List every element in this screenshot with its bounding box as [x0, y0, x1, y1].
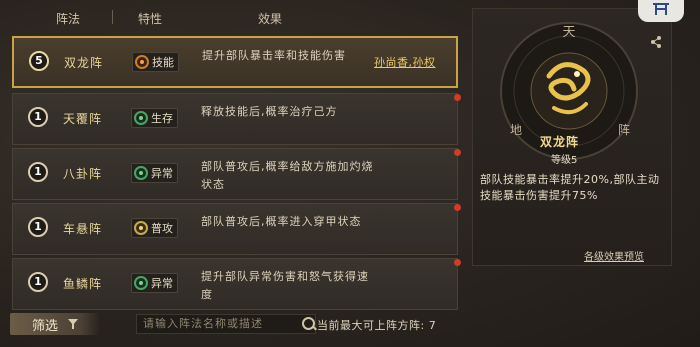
trait-tag: 技能 [132, 52, 179, 72]
detail-formation-name: 双龙阵 [540, 135, 580, 149]
skill-trait-icon [135, 55, 149, 69]
notification-dot [454, 149, 461, 156]
trait-label: 异常 [151, 277, 173, 290]
share-icon[interactable] [650, 36, 662, 48]
funnel-icon [68, 319, 78, 329]
level-badge: 1 [28, 162, 48, 182]
formation-row[interactable]: 1 天覆阵 生存 释放技能后,概率治疗己方 [12, 93, 461, 145]
level-badge: 1 [28, 107, 48, 127]
ring-glyph: 地 [510, 123, 522, 137]
trait-label: 普攻 [151, 222, 173, 235]
search-icon[interactable] [302, 317, 315, 330]
level-effects-preview-link[interactable]: 各级效果预览 [584, 248, 644, 263]
ring-glyph: 天 [562, 25, 575, 40]
trait-label: 异常 [151, 167, 173, 180]
formation-effect: 释放技能后,概率治疗己方 [201, 105, 338, 118]
formation-name: 双龙阵 [64, 56, 104, 70]
level-badge: 5 [29, 51, 49, 71]
top-right-button[interactable] [638, 0, 684, 22]
deploy-limit-text: 当前最大可上阵方阵: 7 [317, 319, 437, 332]
list-header: 阵法 特性 效果 [0, 0, 462, 30]
level-badge: 1 [28, 217, 48, 237]
notification-dot [454, 259, 461, 266]
search-input[interactable]: 请输入阵法名称或描述 [136, 314, 316, 334]
level-badge: 1 [28, 272, 48, 292]
formation-name: 鱼鳞阵 [63, 277, 103, 291]
survival-trait-icon [134, 111, 148, 125]
formation-row[interactable]: 1 八卦阵 异常 部队普攻后,概率给敌方施加灼烧状态 [12, 148, 461, 200]
formation-name: 八卦阵 [63, 167, 103, 181]
formation-row[interactable]: 1 车悬阵 普攻 部队普攻后,概率进入穿甲状态 [12, 203, 461, 255]
formation-effect: 提升部队暴击率和技能伤害 [202, 49, 346, 62]
formation-effect: 部队普攻后,概率进入穿甲状态 [201, 215, 362, 228]
filter-label: 筛选 [31, 318, 58, 334]
header-formation: 阵法 [56, 12, 81, 26]
attack-trait-icon [134, 221, 148, 235]
formation-name: 天覆阵 [63, 112, 103, 126]
abnormal-trait-icon [134, 166, 148, 180]
notification-dot [454, 94, 461, 101]
formation-effect: 部队普攻后,概率给敌方施加灼烧状态 [201, 160, 374, 191]
formation-effect: 提升部队异常伤害和怒气获得速度 [201, 270, 369, 301]
trait-tag: 生存 [131, 108, 178, 128]
formation-row[interactable]: 5 双龙阵 技能 提升部队暴击率和技能伤害 孙尚香,孙权 [12, 36, 458, 88]
trait-tag: 普攻 [131, 218, 178, 238]
gate-icon [653, 3, 669, 15]
detail-level: 等级5 [551, 155, 578, 166]
trait-tag: 异常 [131, 163, 178, 183]
header-trait: 特性 [138, 12, 163, 26]
filter-button[interactable]: 筛选 [10, 313, 100, 335]
formation-row[interactable]: 1 鱼鳞阵 异常 提升部队异常伤害和怒气获得速度 [12, 258, 461, 310]
trait-label: 技能 [152, 56, 174, 69]
ring-glyph: 阵 [618, 123, 630, 137]
detail-description: 部队技能暴击率提升20%,部队主动技能暴击伤害提升75% [480, 173, 660, 202]
abnormal-trait-icon [134, 276, 148, 290]
trait-tag: 异常 [131, 273, 178, 293]
header-effect: 效果 [258, 12, 283, 26]
formation-name: 车悬阵 [63, 222, 103, 236]
notification-dot [454, 204, 461, 211]
header-divider [112, 10, 113, 24]
trait-label: 生存 [151, 112, 173, 125]
recommended-heroes-link[interactable]: 孙尚香,孙权 [374, 54, 436, 70]
